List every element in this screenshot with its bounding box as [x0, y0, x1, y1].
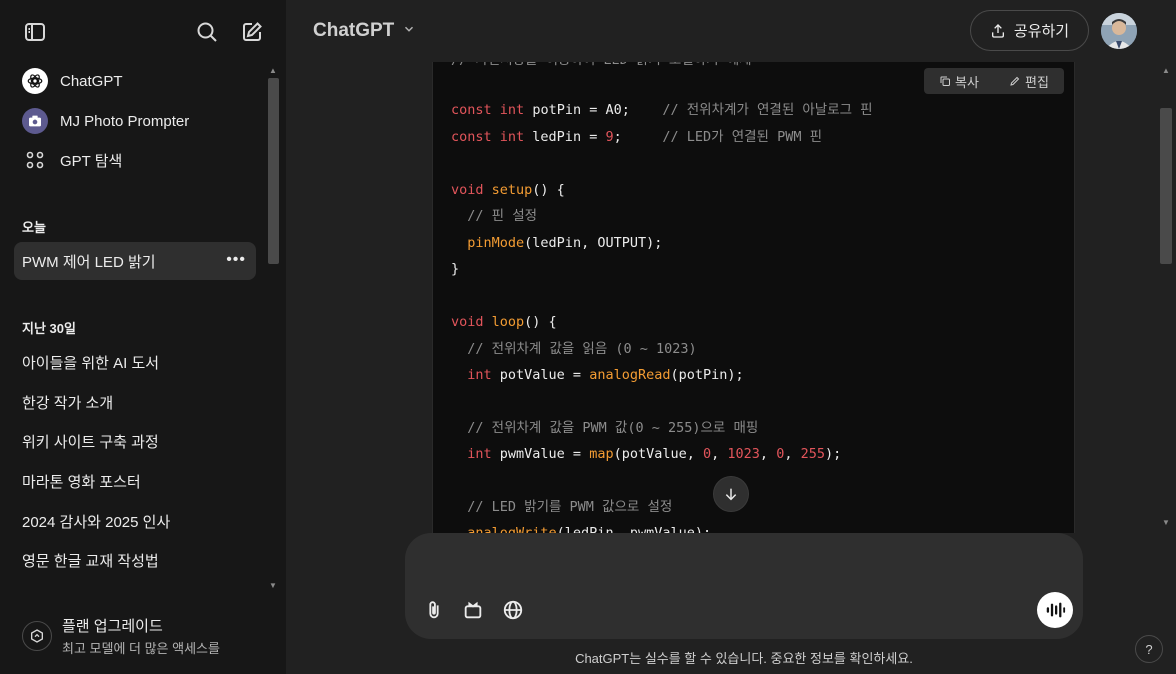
sidebar: ChatGPT MJ Photo Prompter GPT 탐색 오늘 PWM …: [0, 0, 286, 674]
upgrade-icon: [22, 621, 52, 651]
copy-label: 복사: [955, 74, 979, 90]
attach-paperclip-icon[interactable]: [421, 597, 447, 623]
chat-item[interactable]: 영문 한글 교재 작성법: [14, 541, 256, 579]
new-chat-icon[interactable]: [238, 18, 266, 46]
search-icon[interactable]: [193, 18, 221, 46]
code-line: const int potPin = A0; // 전위차계가 연결된 아날로그…: [451, 102, 873, 118]
copy-icon: [940, 76, 951, 86]
help-button[interactable]: ?: [1135, 635, 1163, 663]
sidebar-item-gpt-explore[interactable]: GPT 탐색: [14, 141, 256, 179]
sidebar-scrollbar[interactable]: [268, 78, 279, 264]
upgrade-plan-button[interactable]: 플랜 업그레이드 최고 모델에 더 많은 액세스를: [14, 609, 264, 663]
chat-item-label: 마라톤 영화 포스터: [22, 473, 141, 491]
scroll-to-bottom-button[interactable]: [713, 476, 749, 512]
model-selector[interactable]: ChatGPT: [313, 20, 416, 42]
main-scrollbar[interactable]: [1160, 108, 1172, 264]
code-line: const int ledPin = 9; // LED가 연결된 PWM 핀: [451, 129, 823, 145]
chat-item[interactable]: 위키 사이트 구축 과정: [14, 422, 256, 460]
camera-gpt-icon: [22, 108, 48, 134]
chat-item[interactable]: 2024 감사와 2025 인사: [14, 502, 256, 540]
sidebar-scroll-up-icon[interactable]: ▲: [269, 66, 277, 75]
code-line: int potValue = analogRead(potPin);: [467, 367, 744, 383]
globe-search-icon[interactable]: [500, 597, 526, 623]
tools-icon[interactable]: [460, 597, 486, 623]
sidebar-item-label: GPT 탐색: [60, 152, 123, 170]
chat-item-pwm-led[interactable]: PWM 제어 LED 밝기 •••: [14, 242, 256, 280]
code-block: // 가변저항을 이용하여 LED 밝기 조절하기 예제 const int p…: [432, 62, 1075, 533]
main-scroll-down-icon[interactable]: ▼: [1162, 518, 1170, 527]
share-upload-icon: [991, 23, 1004, 38]
chat-item-label: 위키 사이트 구축 과정: [22, 433, 159, 451]
sidebar-header: [0, 0, 286, 62]
code-line: // 가변저항을 이용하여 LED 밝기 조절하기 예제: [451, 62, 752, 70]
chevron-down-icon: [402, 20, 416, 42]
chat-item[interactable]: 한강 작가 소개: [14, 383, 256, 421]
disclaimer-text: ChatGPT는 실수를 할 수 있습니다. 중요한 정보를 확인하세요.: [575, 651, 913, 666]
share-label: 공유하기: [1013, 23, 1070, 40]
sidebar-scroll-area[interactable]: ChatGPT MJ Photo Prompter GPT 탐색 오늘 PWM …: [0, 62, 286, 602]
sidebar-item-label: ChatGPT: [60, 72, 123, 90]
code-line: // 전위차계 값을 읽음 (0 ~ 1023): [467, 341, 697, 357]
chat-item-label: 영문 한글 교재 작성법: [22, 552, 159, 570]
code-line: analogWrite(ledPin, pwmValue);: [467, 525, 712, 533]
section-past30-label: 지난 30일: [22, 321, 76, 336]
code-line: // 전위차계 값을 PWM 값(0 ~ 255)으로 매핑: [467, 420, 759, 436]
code-line: int pwmValue = map(potValue, 0, 1023, 0,…: [467, 446, 842, 462]
sidebar-item-label: MJ Photo Prompter: [60, 112, 190, 130]
code-toolbar: 복사 편집: [924, 68, 1064, 94]
chat-item-label: 2024 감사와 2025 인사: [22, 513, 171, 531]
user-avatar[interactable]: [1101, 13, 1137, 49]
sidebar-item-mj-photo-prompter[interactable]: MJ Photo Prompter: [14, 102, 256, 140]
share-button[interactable]: 공유하기: [970, 10, 1089, 51]
code-line: void setup() {: [451, 182, 565, 198]
edit-pencil-icon: [1010, 76, 1020, 86]
chat-item-label: 아이들을 위한 AI 도서: [22, 354, 160, 372]
code-line: // 핀 설정: [467, 208, 538, 224]
more-options-icon[interactable]: •••: [226, 251, 246, 269]
chat-item[interactable]: 마라톤 영화 포스터: [14, 462, 256, 500]
sidebar-item-chatgpt[interactable]: ChatGPT: [14, 62, 256, 100]
openai-logo-icon: [22, 68, 48, 94]
chat-item-label: 한강 작가 소개: [22, 394, 114, 412]
code-line: // LED 밝기를 PWM 값으로 설정: [467, 499, 673, 515]
chat-item-label: PWM 제어 LED 밝기: [22, 253, 156, 271]
upgrade-subtitle: 최고 모델에 더 많은 액세스를: [62, 641, 220, 656]
waveform-icon: [1046, 602, 1066, 618]
copy-code-button[interactable]: 복사: [939, 72, 979, 91]
code-line: pinMode(ledPin, OUTPUT);: [467, 235, 663, 251]
model-name: ChatGPT: [313, 20, 395, 41]
code-line: void loop() {: [451, 314, 557, 330]
main-scroll-up-icon[interactable]: ▲: [1162, 66, 1170, 75]
edit-label: 편집: [1025, 74, 1049, 90]
voice-mode-button[interactable]: [1037, 592, 1073, 628]
chat-item[interactable]: 아이들을 위한 AI 도서: [14, 343, 256, 381]
upgrade-title: 플랜 업그레이드: [62, 618, 163, 635]
section-today-label: 오늘: [22, 220, 46, 235]
arrow-down-icon: [725, 488, 737, 501]
message-input[interactable]: [425, 547, 1055, 577]
upgrade-text: 플랜 업그레이드 최고 모델에 더 많은 액세스를: [62, 615, 220, 657]
grid-dots-icon: [22, 147, 48, 173]
toggle-sidebar-icon[interactable]: [21, 18, 49, 46]
edit-code-button[interactable]: 편집: [1009, 72, 1049, 91]
code-line: }: [451, 261, 460, 277]
sidebar-scroll-down-icon[interactable]: ▼: [269, 581, 277, 590]
message-composer[interactable]: [405, 533, 1083, 639]
